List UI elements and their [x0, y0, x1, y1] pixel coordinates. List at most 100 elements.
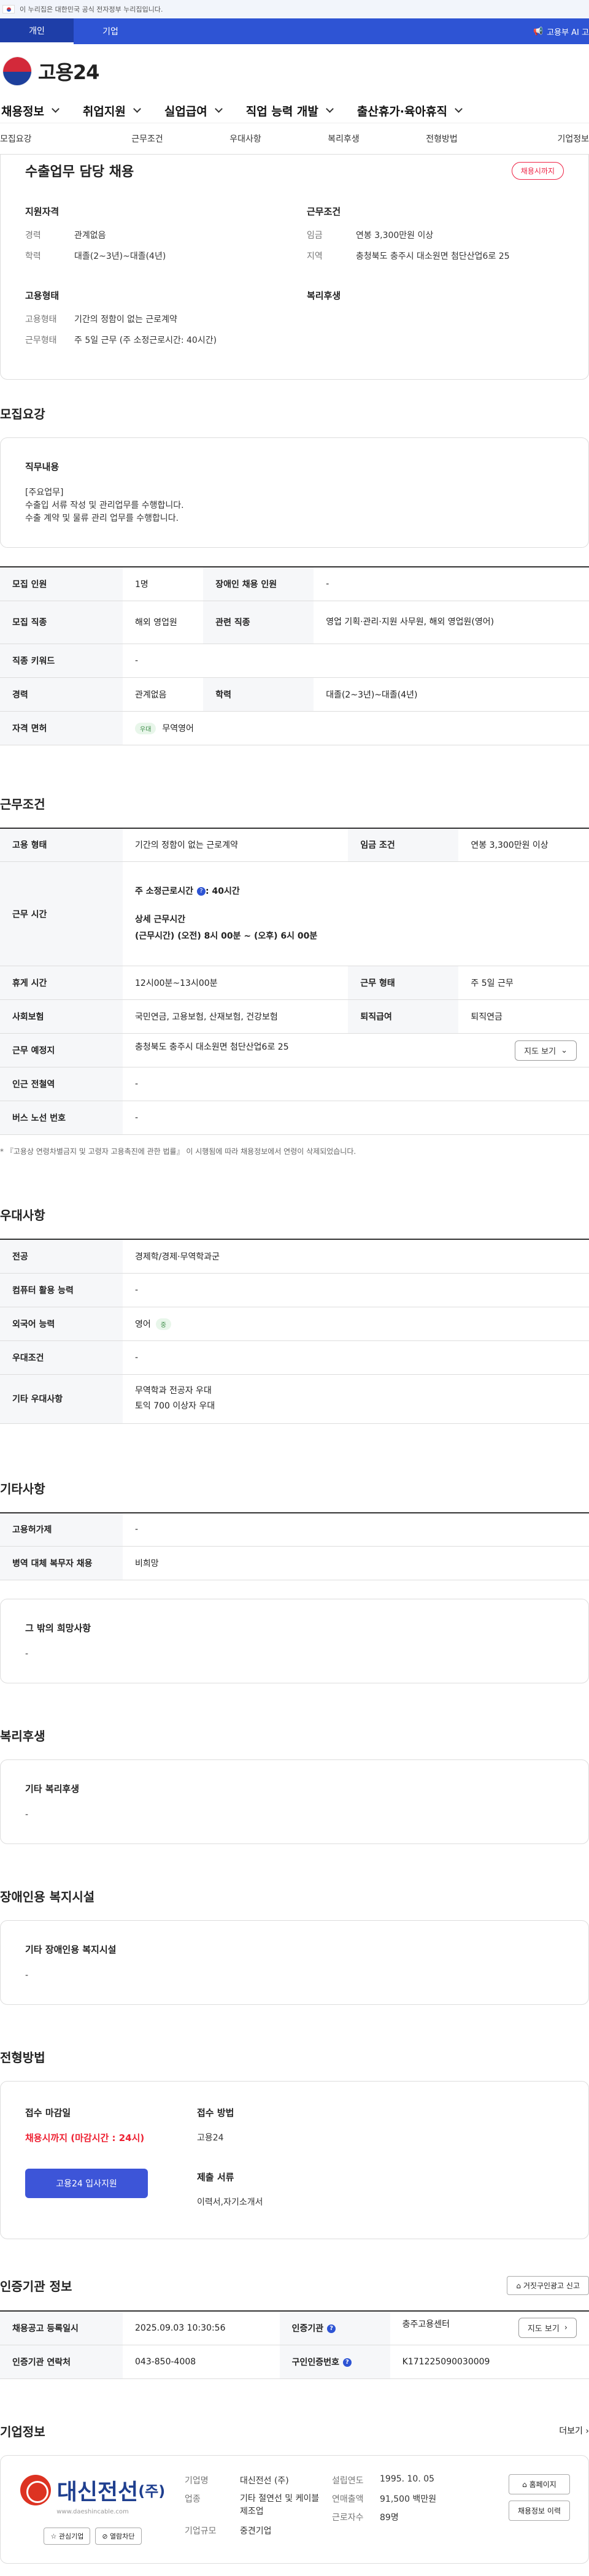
etc-section-title: 기타사항 — [0, 1481, 45, 1496]
subtab-welfare[interactable]: 복리후생 — [294, 133, 393, 145]
logo-text[interactable]: 고용24 — [38, 57, 99, 85]
hero-card: 수출업무 담당 채용 채용시까지 지원자격 경력 관계없음 학력 대졸(2~3년)~… — [0, 155, 589, 380]
subtab-recruit[interactable]: 모집요강 — [0, 133, 98, 145]
table-row: 기타 우대사항 무역학과 전공자 우대 토익 700 이상자 우대 — [0, 1374, 589, 1424]
deadline-text: 채용시까지 (마감시간 : 24시) — [25, 2132, 145, 2143]
star-icon: ☆ — [50, 2532, 57, 2540]
table-row: 버스 노선 번호 - — [0, 1101, 589, 1135]
apply-section-title: 전형방법 — [0, 2050, 45, 2065]
company-globe-icon — [20, 2474, 51, 2505]
table-row: 모집 직종 해외 영업원 관련 직종 영업 기획·관리·지원 사무원, 해외 영업원… — [0, 601, 589, 644]
info-icon: ? — [197, 886, 206, 896]
gnb-item-employment-support[interactable]: 취업지원 — [83, 102, 141, 119]
home-icon: ⌂ — [522, 2480, 527, 2489]
sub-tabs: 모집요강 근무조건 우대사항 복리후생 전형방법 기업정보 — [0, 123, 589, 155]
subtab-work[interactable]: 근무조건 — [98, 133, 196, 145]
logo-row: 고용24 — [0, 44, 589, 98]
disability-card: 기타 장애인용 복지시설 - — [0, 1920, 589, 2005]
company-section-title: 기업정보 — [0, 2424, 45, 2439]
subtab-prefer[interactable]: 우대사항 — [196, 133, 294, 145]
table-row: 인근 전철역 - — [0, 1067, 589, 1101]
korea-flag-icon — [2, 5, 15, 13]
table-row: 사회보험 국민연금, 고용보험, 산재보험, 건강보험 퇴직급여 퇴직연금 — [0, 999, 589, 1034]
map-button[interactable]: 지도 보기 ⌄ — [515, 1040, 577, 1061]
apply-card: 접수 마감일 채용시까지 (마감시간 : 24시) 고용24 입사지원 접수 방… — [0, 2081, 589, 2239]
prefer-table: 전공 경제학/경제·무역학과군 컴퓨터 활용 능력 - 외국어 능력 영어 중 우대조건… — [0, 1239, 589, 1424]
chevron-down-icon — [326, 105, 334, 113]
tab-company[interactable]: 기업 — [74, 18, 147, 44]
employment-block: 고용형태 고용형태 기간의 정함이 없는 근로계약 근무형태 주 5일 근무 (주 … — [25, 290, 217, 345]
megaphone-icon: 📢 — [533, 26, 544, 36]
gov-banner: 이 누리집은 대한민국 공식 전자정부 누리집입니다. — [0, 0, 589, 18]
welfare-section-title: 복리후생 — [0, 1729, 45, 1744]
cert-table: 채용공고 등록일시 2025.09.03 10:30:56 인증기관? 충주고용센… — [0, 2310, 589, 2379]
gnb-item-unemployment[interactable]: 실업급여 — [164, 102, 223, 119]
company-more-link[interactable]: 더보기 › — [559, 2424, 589, 2437]
chevron-down-icon — [455, 105, 463, 113]
table-row: 우대조건 - — [0, 1340, 589, 1375]
chevron-right-icon: › — [564, 2323, 568, 2333]
chevron-down-icon — [214, 105, 223, 113]
gnb-item-jobs[interactable]: 채용정보 — [1, 102, 60, 119]
gnb-item-training[interactable]: 직업 능력 개발 — [246, 102, 334, 119]
age-note: * 『고용상 연령차별금지 및 고령자 고용촉진에 관한 법률』 이 시행됨에 … — [0, 1147, 356, 1156]
prefer-badge: 우대 — [135, 722, 156, 734]
homepage-button[interactable]: ⌂ 홈페이지 — [508, 2474, 570, 2494]
welfare-card: 기타 복리후생 - — [0, 1759, 589, 1844]
ai-link[interactable]: 📢 고용부 AI 고 — [533, 18, 589, 44]
top-tabs: 개인 기업 📢 고용부 AI 고 — [0, 18, 589, 44]
other-wish-card: 그 밖의 희망사항 - — [0, 1599, 589, 1683]
deadline-badge: 채용시까지 — [511, 161, 564, 180]
table-row: 휴게 시간 12시00분~13시00분 근무 형태 주 5일 근무 — [0, 966, 589, 1000]
gnb: 채용정보 취업지원 실업급여 직업 능력 개발 출산휴가·육아휴직 — [0, 98, 589, 123]
chevron-down-icon: ⌄ — [561, 1045, 568, 1055]
conditions-block: 근무조건 임금 연봉 3,300만원 이상 지역 충청북도 충주시 대소원면 첨단산… — [307, 206, 510, 261]
table-row: 고용허가제 - — [0, 1512, 589, 1547]
job-title: 수출업무 담당 채용 — [25, 164, 134, 180]
subtab-company[interactable]: 기업정보 — [491, 133, 589, 145]
recruit-section-title: 모집요강 — [0, 407, 45, 421]
tab-personal[interactable]: 개인 — [0, 18, 74, 44]
ai-link-label: 고용부 AI 고 — [547, 28, 589, 37]
table-row: 채용공고 등록일시 2025.09.03 10:30:56 인증기관? 충주고용센… — [0, 2311, 589, 2345]
table-row: 자격 면허 우대 무역영어 — [0, 711, 589, 745]
table-row: 병역 대체 복무자 채용 비희망 — [0, 1546, 589, 1580]
disability-section-title: 장애인용 복지시설 — [0, 1890, 95, 1904]
chevron-right-icon: › — [585, 2426, 589, 2436]
work-section-title: 근무조건 — [0, 796, 45, 812]
duty-card: 직무내용 [주요업무] 수출입 서류 작성 및 관리업무를 수행합니다. 수출 … — [0, 437, 589, 548]
company-logo: 대신전선 (주) — [20, 2474, 165, 2506]
apply-button[interactable]: 고용24 입사지원 — [25, 2169, 148, 2198]
job-history-button[interactable]: 채용정보 이력 — [508, 2500, 570, 2521]
company-card: 대신전선 (주) www.daeshincable.com ☆ 관심기업 ⊘ 열람… — [0, 2455, 589, 2564]
report-fake-ad-button[interactable]: ⌂ 거짓구인광고 신고 — [507, 2276, 589, 2295]
gnb-item-maternity[interactable]: 출산휴가·육아휴직 — [357, 102, 463, 119]
subtab-apply[interactable]: 전형방법 — [393, 133, 491, 145]
home-icon: ⌂ — [516, 2282, 522, 2290]
prefer-section-title: 우대사항 — [0, 1208, 45, 1223]
table-row: 근무 시간 주 소정근로시간?: 40시간 상세 근무시간 (근무시간) (오전… — [0, 861, 589, 966]
table-row: 경력 관계없음 학력 대졸(2~3년)~대졸(4년) — [0, 677, 589, 712]
taegeuk-logo-icon[interactable] — [2, 56, 32, 86]
gov-banner-text: 이 누리집은 대한민국 공식 전자정부 누리집입니다. — [20, 6, 163, 13]
level-badge: 중 — [155, 1318, 171, 1330]
chevron-down-icon — [133, 105, 141, 113]
table-row: 근무 예정지 충청북도 충주시 대소원면 첨단산업6로 25 지도 보기 ⌄ — [0, 1033, 589, 1067]
cert-section-title: 인증기관 정보 — [0, 2279, 72, 2294]
qualification-block: 지원자격 경력 관계없음 학력 대졸(2~3년)~대졸(4년) — [25, 206, 166, 261]
table-row: 직종 키워드 - — [0, 644, 589, 678]
table-row: 인증기관 연락처 043-850-4008 구인인증번호? K1712250900… — [0, 2345, 589, 2379]
table-row: 외국어 능력 영어 중 — [0, 1307, 589, 1341]
block-icon: ⊘ — [102, 2532, 108, 2540]
welfare-block: 복리후생 — [307, 290, 341, 301]
interest-company-button[interactable]: ☆ 관심기업 — [44, 2527, 91, 2545]
table-row: 컴퓨터 활용 능력 - — [0, 1273, 589, 1307]
agency-map-button[interactable]: 지도 보기 › — [518, 2318, 577, 2339]
chevron-down-icon — [52, 105, 60, 113]
company-url: www.daeshincable.com — [56, 2508, 129, 2515]
table-row: 모집 인원 1명 장애인 채용 인원 - — [0, 567, 589, 601]
info-icon: ? — [342, 2358, 352, 2367]
table-row: 전공 경제학/경제·무역학과군 — [0, 1239, 589, 1274]
block-view-button[interactable]: ⊘ 열람차단 — [95, 2527, 142, 2545]
etc-table: 고용허가제 - 병역 대체 복무자 채용 비희망 — [0, 1512, 589, 1580]
